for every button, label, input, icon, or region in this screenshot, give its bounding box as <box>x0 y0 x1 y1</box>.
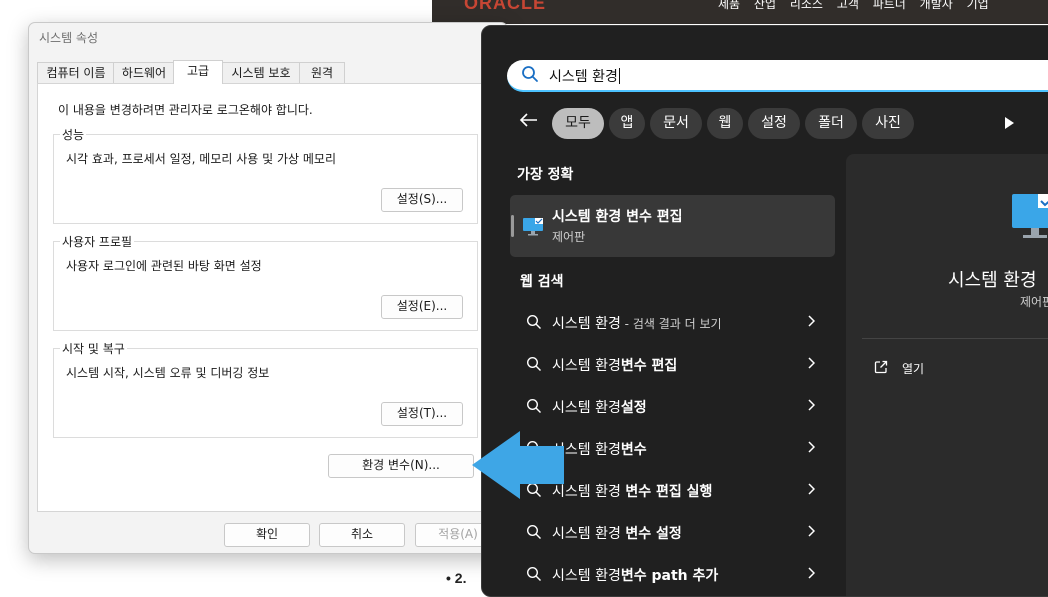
filter-chip-folders[interactable]: 폴더 <box>805 108 857 139</box>
web-search-heading: 웹 검색 <box>520 274 564 290</box>
tab-system-protection[interactable]: 시스템 보호 <box>221 62 301 84</box>
performance-settings-button[interactable]: 설정(S)... <box>381 188 463 212</box>
search-icon <box>526 356 541 371</box>
divider <box>862 338 1048 339</box>
monitor-icon <box>1012 194 1048 238</box>
windows-search-panel: 시스템 환경 모두 앱 문서 웹 설정 폴더 사진 가장 정확 시스템 환경 변… <box>481 25 1048 597</box>
chevron-right-icon <box>808 399 815 411</box>
web-result-row[interactable]: 시스템 환경 - 검색 결과 더 보기 <box>510 301 835 343</box>
web-result-text: 시스템 환경 변수 설정 <box>552 526 682 542</box>
oracle-nav: 제품 산업 리소스 고객 파트너 개발자 기업 <box>718 0 999 12</box>
web-result-row[interactable]: 시스템 환경설정 <box>510 385 835 427</box>
admin-note: 이 내용을 변경하려면 관리자로 로그온해야 합니다. <box>58 103 313 117</box>
search-query: 시스템 환경 <box>549 66 620 86</box>
web-result-text: 시스템 환경변수 path 추가 <box>552 568 719 584</box>
web-result-text: 시스템 환경변수 편집 <box>552 358 678 374</box>
best-match-result[interactable]: 시스템 환경 변수 편집 제어판 <box>510 195 835 257</box>
group-title: 시작 및 복구 <box>60 340 127 357</box>
group-desc: 시각 효과, 프로세서 일정, 메모리 사용 및 가상 메모리 <box>66 152 336 166</box>
filter-chip-web[interactable]: 웹 <box>707 108 743 139</box>
filter-chip-photos[interactable]: 사진 <box>862 108 914 139</box>
web-result-row[interactable]: 시스템 환경변수 path 추가 <box>510 553 835 595</box>
web-result-text: 시스템 환경 - 검색 결과 더 보기 <box>552 316 722 332</box>
filter-chip-documents[interactable]: 문서 <box>650 108 702 139</box>
ok-button[interactable]: 확인 <box>224 523 310 547</box>
oracle-nav-item[interactable]: 파트너 <box>873 0 906 11</box>
preview-subtitle: 제어판 <box>1020 295 1048 309</box>
monitor-icon <box>523 218 543 236</box>
chevron-right-icon <box>808 525 815 537</box>
chevron-right-icon <box>808 315 815 327</box>
open-external-icon[interactable] <box>874 360 888 374</box>
filter-chip-settings[interactable]: 설정 <box>748 108 800 139</box>
cancel-button[interactable]: 취소 <box>319 523 405 547</box>
chevron-right-icon <box>808 483 815 495</box>
best-match-title: 시스템 환경 변수 편집 <box>552 209 683 225</box>
search-query-text: 시스템 환경 <box>549 69 618 85</box>
web-result-text: 시스템 환경변수 <box>552 442 647 458</box>
filter-chip-all[interactable]: 모두 <box>552 108 604 139</box>
environment-variables-button[interactable]: 환경 변수(N)... <box>328 454 474 478</box>
oracle-nav-item[interactable]: 고객 <box>837 0 859 11</box>
oracle-nav-item[interactable]: 기업 <box>967 0 989 11</box>
oracle-header: ORACLE 제품 산업 리소스 고객 파트너 개발자 기업 <box>432 0 1048 24</box>
search-icon <box>526 398 541 413</box>
group-desc: 시스템 시작, 시스템 오류 및 디버깅 정보 <box>66 366 270 380</box>
back-arrow-icon[interactable] <box>519 112 539 128</box>
selection-indicator <box>511 215 514 237</box>
play-icon[interactable] <box>1005 117 1014 129</box>
group-user-profiles: 사용자 프로필 사용자 로그인에 관련된 바탕 화면 설정 설정(E)... <box>53 233 478 331</box>
best-match-subtitle: 제어판 <box>552 230 586 244</box>
chevron-right-icon <box>808 441 815 453</box>
open-action[interactable]: 열기 <box>902 360 924 377</box>
advanced-tab-panel: 이 내용을 변경하려면 관리자로 로그온해야 합니다. 성능 시각 효과, 프로… <box>37 83 500 512</box>
group-performance: 성능 시각 효과, 프로세서 일정, 메모리 사용 및 가상 메모리 설정(S)… <box>53 126 478 224</box>
preview-title: 시스템 환경 <box>948 270 1037 291</box>
group-title: 사용자 프로필 <box>60 233 135 250</box>
result-preview-pane: 시스템 환경 제어판 열기 <box>846 154 1048 596</box>
search-icon <box>526 314 541 329</box>
blue-pointer-arrow <box>472 431 564 499</box>
tab-remote[interactable]: 원격 <box>299 62 345 84</box>
user-profile-settings-button[interactable]: 설정(E)... <box>381 295 463 319</box>
list-bullet: • 2. <box>446 570 467 586</box>
search-icon <box>526 566 541 581</box>
filter-chip-apps[interactable]: 앱 <box>609 108 645 139</box>
group-desc: 사용자 로그인에 관련된 바탕 화면 설정 <box>66 259 262 273</box>
text-caret <box>618 68 620 84</box>
web-result-text: 시스템 환경 변수 편집 실행 <box>552 484 713 500</box>
group-startup-recovery: 시작 및 복구 시스템 시작, 시스템 오류 및 디버깅 정보 설정(T)... <box>53 340 478 438</box>
oracle-nav-item[interactable]: 개발자 <box>920 0 953 11</box>
oracle-logo: ORACLE <box>464 0 546 13</box>
search-icon <box>526 524 541 539</box>
oracle-nav-item[interactable]: 산업 <box>754 0 776 11</box>
oracle-nav-item[interactable]: 리소스 <box>790 0 823 11</box>
startup-settings-button[interactable]: 설정(T)... <box>381 402 463 426</box>
search-input[interactable]: 시스템 환경 <box>507 60 1048 92</box>
system-properties-dialog: 시스템 속성 컴퓨터 이름 하드웨어 고급 시스템 보호 원격 이 내용을 변경… <box>28 22 508 554</box>
tab-hardware[interactable]: 하드웨어 <box>113 62 175 84</box>
web-result-row[interactable]: 시스템 환경 변수 설정 <box>510 511 835 553</box>
web-result-row[interactable]: 시스템 환경변수 편집 <box>510 343 835 385</box>
dialog-title: 시스템 속성 <box>39 31 99 45</box>
web-result-text: 시스템 환경설정 <box>552 400 647 416</box>
tab-computer-name[interactable]: 컴퓨터 이름 <box>37 62 115 84</box>
tab-advanced[interactable]: 고급 <box>173 60 223 84</box>
group-title: 성능 <box>60 126 87 143</box>
best-match-heading: 가장 정확 <box>517 167 574 183</box>
chevron-right-icon <box>808 567 815 579</box>
oracle-nav-item[interactable]: 제품 <box>718 0 740 11</box>
search-icon <box>522 66 538 82</box>
chevron-right-icon <box>808 357 815 369</box>
